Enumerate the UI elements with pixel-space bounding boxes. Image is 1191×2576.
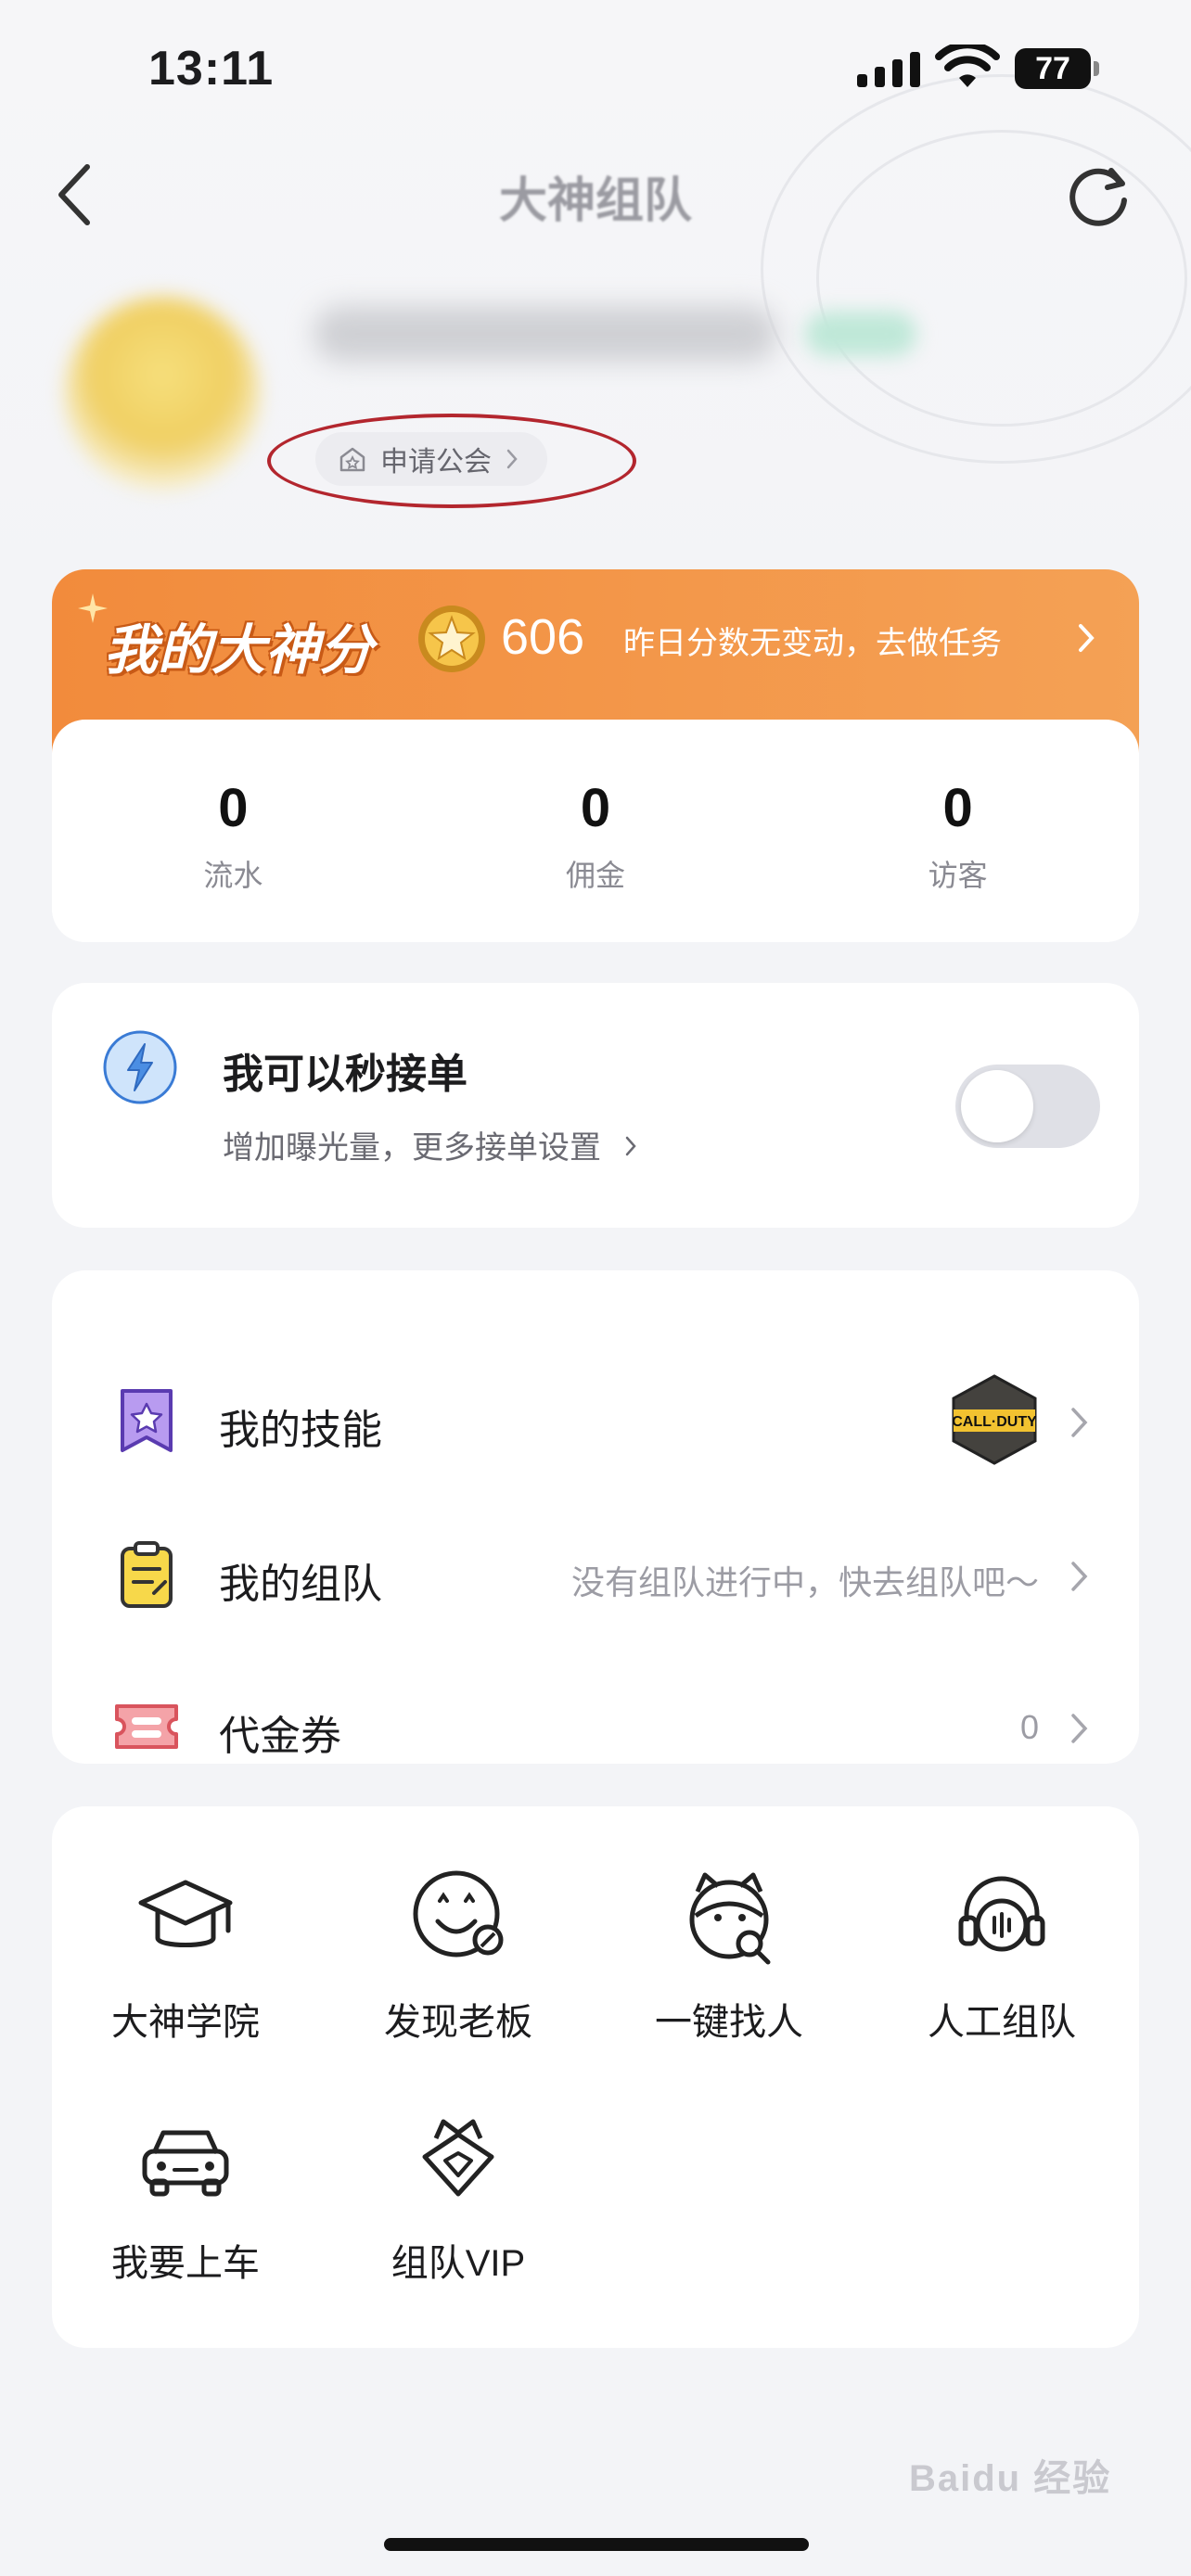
tools-grid-card: 大神学院 发现老板 一键找人 人工组队 我要上车 组队VIP bbox=[52, 1806, 1139, 2348]
tool-label: 一键找人 bbox=[655, 2002, 803, 2043]
stat-visitors[interactable]: 0 访客 bbox=[776, 720, 1139, 942]
tool-get-in-car[interactable]: 我要上车 bbox=[74, 2105, 297, 2287]
blurred-user-tag bbox=[805, 312, 916, 356]
smiley-face-icon bbox=[413, 1870, 504, 1958]
chevron-right-icon bbox=[1071, 1408, 1088, 1437]
menu-item-voucher[interactable]: 代金券 0 bbox=[52, 1669, 1139, 1780]
stat-label: 流水 bbox=[203, 859, 263, 892]
signal-icon bbox=[857, 52, 920, 87]
menu-label: 我的组队 bbox=[219, 1562, 382, 1607]
menu-value: 0 bbox=[1019, 1708, 1039, 1746]
stat-value: 0 bbox=[580, 778, 611, 838]
stats-row: 0 流水 0 佣金 0 访客 bbox=[52, 720, 1139, 942]
guild-house-icon bbox=[339, 447, 365, 472]
refresh-icon[interactable] bbox=[1063, 158, 1137, 232]
quick-order-title: 我可以秒接单 bbox=[223, 1052, 467, 1097]
quick-order-settings-link[interactable]: 增加曝光量，更多接单设置 bbox=[223, 1122, 637, 1167]
tool-label: 我要上车 bbox=[111, 2243, 260, 2284]
menu-card: 我的技能 CALL·DUTY 我的组队 没有组队进行中，快去组队吧～ 代金券 0 bbox=[52, 1270, 1139, 1764]
lightning-icon bbox=[103, 1030, 177, 1104]
call-of-duty-game-icon: CALL·DUTY bbox=[952, 1374, 1037, 1465]
menu-item-skills[interactable]: 我的技能 CALL·DUTY bbox=[52, 1363, 1139, 1474]
menu-value: 没有组队进行中，快去组队吧～ bbox=[570, 1563, 1039, 1601]
stat-value: 0 bbox=[942, 778, 973, 838]
chevron-right-icon bbox=[1071, 1562, 1088, 1591]
stat-turnover[interactable]: 0 流水 bbox=[52, 720, 415, 942]
chevron-right-icon bbox=[506, 449, 518, 469]
tool-one-click-find[interactable]: 一键找人 bbox=[618, 1864, 840, 2046]
clipboard-icon bbox=[121, 1541, 173, 1608]
tool-label: 发现老板 bbox=[384, 2002, 532, 2043]
apply-guild-button[interactable]: 申请公会 bbox=[315, 432, 547, 486]
chevron-right-icon bbox=[1071, 1714, 1088, 1743]
score-tip: 昨日分数无变动，去做任务 bbox=[623, 626, 1002, 661]
ticket-icon bbox=[115, 1704, 178, 1749]
headset-icon bbox=[958, 1876, 1045, 1952]
wifi-icon bbox=[935, 45, 1000, 87]
score-card: 我的大神分 606 昨日分数无变动，去做任务 0 流水 0 佣金 0 访客 bbox=[52, 569, 1139, 942]
status-time: 13:11 bbox=[148, 42, 275, 96]
blurred-username bbox=[314, 306, 777, 362]
quick-order-subtitle: 增加曝光量，更多接单设置 bbox=[223, 1130, 601, 1166]
tool-find-boss[interactable]: 发现老板 bbox=[347, 1864, 570, 2046]
battery-indicator: 77 bbox=[1015, 48, 1099, 89]
home-indicator[interactable] bbox=[384, 2538, 809, 2551]
quick-order-card: 我可以秒接单 增加曝光量，更多接单设置 bbox=[52, 983, 1139, 1228]
bookmark-star-icon bbox=[121, 1389, 173, 1452]
tool-academy[interactable]: 大神学院 bbox=[74, 1864, 297, 2046]
status-bar: 13:11 77 bbox=[0, 0, 1191, 139]
stat-label: 佣金 bbox=[566, 859, 626, 892]
stat-value: 0 bbox=[218, 778, 249, 838]
car-icon bbox=[142, 2130, 229, 2197]
avatar[interactable] bbox=[65, 297, 260, 491]
watermark: Baidu 经验 bbox=[909, 2458, 1112, 2499]
score-value: 606 bbox=[501, 609, 585, 665]
apply-guild-label: 申请公会 bbox=[380, 447, 492, 478]
menu-label: 代金券 bbox=[219, 1714, 341, 1759]
chevron-right-icon bbox=[626, 1136, 637, 1156]
tool-label: 大神学院 bbox=[111, 2002, 260, 2043]
score-title: 我的大神分 bbox=[104, 620, 374, 681]
toggle-knob bbox=[961, 1070, 1033, 1142]
stat-label: 访客 bbox=[928, 859, 988, 892]
mascot-search-icon bbox=[689, 1872, 771, 1965]
game-badge-text: CALL·DUTY bbox=[952, 1414, 1037, 1430]
star-coin-icon bbox=[418, 606, 485, 672]
tool-label: 人工组队 bbox=[928, 2002, 1076, 2043]
graduation-cap-icon bbox=[138, 1880, 233, 1947]
tool-label: 组队VIP bbox=[391, 2243, 526, 2284]
vip-crown-icon bbox=[422, 2119, 494, 2197]
stat-commission[interactable]: 0 佣金 bbox=[415, 720, 777, 942]
page-title: 大神组队 bbox=[498, 174, 692, 228]
chevron-right-icon bbox=[1079, 624, 1095, 652]
menu-label: 我的技能 bbox=[219, 1408, 382, 1453]
tool-team-vip[interactable]: 组队VIP bbox=[347, 2105, 570, 2287]
tool-manual-team[interactable]: 人工组队 bbox=[890, 1864, 1113, 2046]
quick-order-toggle[interactable] bbox=[955, 1065, 1100, 1148]
menu-item-my-team[interactable]: 我的组队 没有组队进行中，快去组队吧～ bbox=[52, 1517, 1139, 1628]
